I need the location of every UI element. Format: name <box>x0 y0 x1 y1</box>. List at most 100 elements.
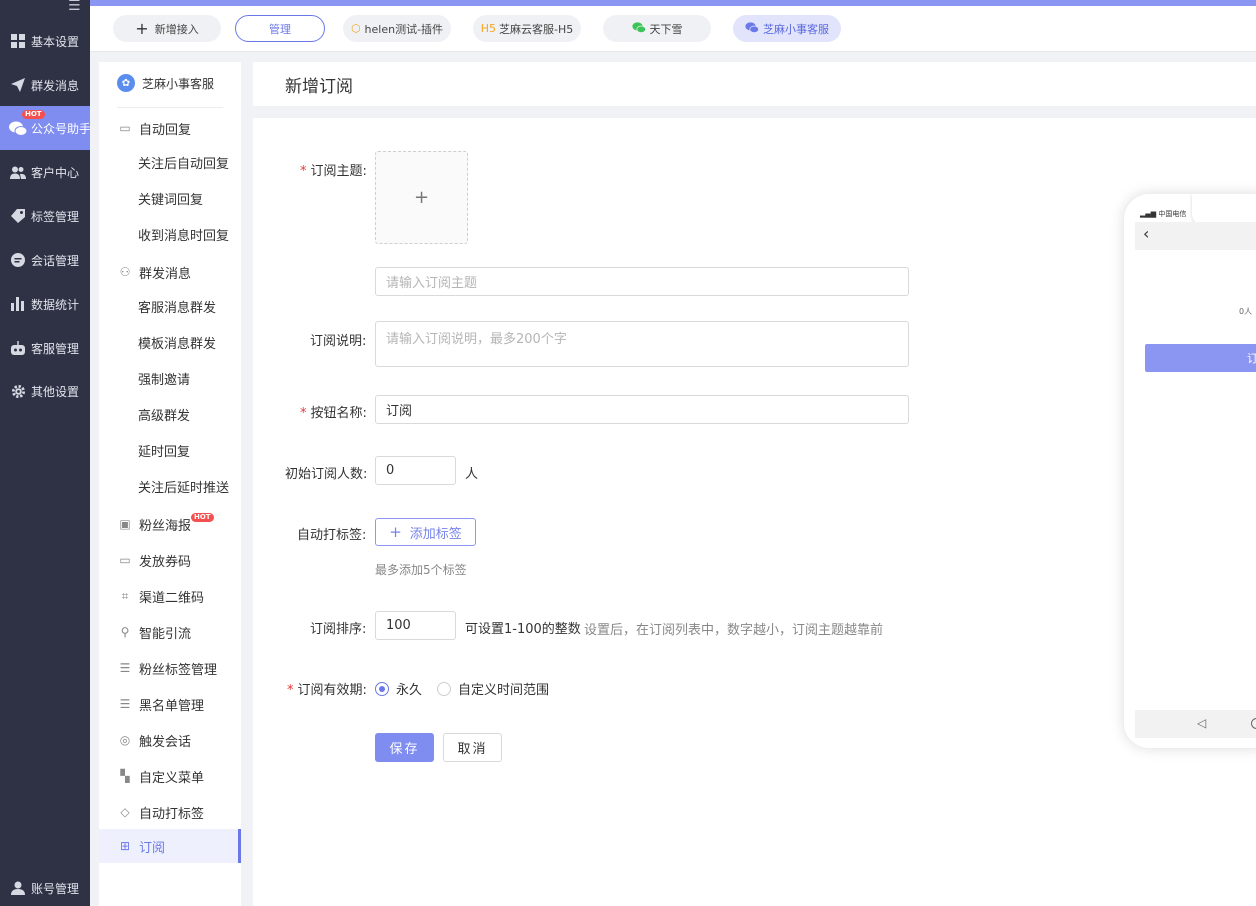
colon: : <box>362 164 367 179</box>
tab-label: 新增接入 <box>154 22 199 36</box>
nav-item-service-management[interactable]: 客服管理 <box>0 326 90 370</box>
account-tabs-bar: + 新增接入 管理 ⬡ helen测试-插件 H5 芝麻云客服-H5 天下雪 芝… <box>90 6 1256 52</box>
phone-bottom-bar: ◁ <box>1135 710 1256 738</box>
colon: : <box>362 334 367 349</box>
nav-item-data-statistics[interactable]: 数据统计 <box>0 282 90 326</box>
tab-helen-plugin[interactable]: ⬡ helen测试-插件 <box>343 15 451 42</box>
wechat-icon <box>631 21 646 36</box>
nav-item-tag-management[interactable]: 标签管理 <box>0 194 90 238</box>
wechat-icon <box>745 21 759 36</box>
tab-zhima-xiaoshi[interactable]: 芝麻小事客服 <box>733 15 841 42</box>
account-brand: ✿ 芝麻小事客服 <box>117 74 214 92</box>
placeholder: 请输入订阅主题 <box>386 276 478 291</box>
nav-item-label: 会话管理 <box>31 253 80 268</box>
button-name-label: * 按钮名称: <box>300 402 367 421</box>
add-tag-button[interactable]: + 添加标签 <box>375 518 476 546</box>
signal-icon: ◎ <box>119 733 131 747</box>
nav-item-customer-center[interactable]: 客户中心 <box>0 150 90 194</box>
save-button[interactable]: 保存 <box>375 733 434 762</box>
poster-icon: ▣ <box>119 517 131 531</box>
sidebar-item-channel-qrcode[interactable]: ⌗ 渠道二维码 <box>99 579 241 613</box>
button-name-input[interactable]: 订阅 <box>375 395 909 424</box>
topic-image-upload[interactable]: + <box>375 151 468 244</box>
sidebar-item-advanced-mass[interactable]: 高级群发 <box>99 397 241 431</box>
subscriber-count: 0人 <box>1239 307 1253 316</box>
label-text: 订阅排序 <box>310 622 363 637</box>
sort-input[interactable]: 100 <box>375 611 456 640</box>
sidebar-item-fan-tag-management[interactable]: ☰ 粉丝标签管理 <box>99 651 241 685</box>
sidebar-item-forced-invite[interactable]: 强制邀请 <box>99 361 241 395</box>
plus-icon: + <box>413 187 430 208</box>
sidebar-item-blacklist-management[interactable]: ☰ 黑名单管理 <box>99 687 241 721</box>
sidebar-item-follow-delayed-push[interactable]: 关注后延时推送 <box>99 469 241 503</box>
nav-item-label: 数据统计 <box>31 297 80 312</box>
description-textarea[interactable]: 请输入订阅说明，最多200个字 <box>375 321 909 367</box>
tab-label: 天下雪 <box>649 22 683 36</box>
sidebar-item-label: 模板消息群发 <box>138 336 217 352</box>
sidebar-item-delayed-reply[interactable]: 延时回复 <box>99 433 241 467</box>
initial-count-input[interactable]: 0 <box>375 456 456 485</box>
placeholder: 请输入订阅说明，最多200个字 <box>386 332 567 347</box>
nav-item-mass-message[interactable]: 群发消息 <box>0 63 90 107</box>
sidebar-item-label: 延时回复 <box>138 444 191 460</box>
validity-permanent-radio[interactable]: 永久 <box>375 679 422 698</box>
sidebar-item-message-reply[interactable]: 收到消息时回复 <box>99 217 241 251</box>
sidebar-item-label: 关注后延时推送 <box>138 480 230 496</box>
sidebar-item-mass-message[interactable]: ⚇ 群发消息 <box>99 255 241 289</box>
colon: : <box>362 622 367 637</box>
add-access-button[interactable]: + 新增接入 <box>113 15 221 42</box>
gear-icon <box>9 383 27 399</box>
sidebar-item-label: 客服消息群发 <box>138 300 217 316</box>
sidebar-item-keyword-reply[interactable]: 关键词回复 <box>99 181 241 215</box>
validity-custom-range-radio[interactable]: 自定义时间范围 <box>437 679 549 698</box>
sidebar-item-auto-reply[interactable]: ▭ 自动回复 <box>99 111 241 145</box>
nav-item-basic-settings[interactable]: 基本设置 <box>0 19 90 63</box>
message-square-icon: ▭ <box>119 121 131 135</box>
sidebar-item-auto-tag[interactable]: ◇ 自动打标签 <box>99 795 241 829</box>
sidebar-item-fan-poster[interactable]: ▣ 粉丝海报 HOT <box>99 507 241 541</box>
sidebar-item-custom-menu[interactable]: ▚ 自定义菜单 <box>99 759 241 793</box>
button-label: 订 <box>1247 350 1256 366</box>
divider <box>117 107 223 108</box>
sidebar-item-label: 黑名单管理 <box>139 698 205 714</box>
robot-icon <box>9 340 27 356</box>
cancel-button[interactable]: 取消 <box>443 733 502 762</box>
radio-dot <box>437 681 451 696</box>
tab-tianxiaxue[interactable]: 天下雪 <box>603 15 711 42</box>
subscribe-icon: ⊞ <box>119 839 131 853</box>
nav-item-other-settings[interactable]: 其他设置 <box>0 369 90 413</box>
input-value: 订阅 <box>386 404 413 419</box>
sidebar-item-issue-coupons[interactable]: ▭ 发放券码 <box>99 543 241 577</box>
paper-plane-icon <box>9 77 27 93</box>
topic-label: * 订阅主题: <box>300 160 367 179</box>
nav-item-official-account-assistant[interactable]: 公众号助手 HOT <box>0 106 91 150</box>
nav-item-account-management[interactable]: 账号管理 <box>0 866 90 906</box>
leaf-logo-icon: ✿ <box>117 74 135 92</box>
initial-count-label: 初始订阅人数: <box>285 463 367 482</box>
sidebar-item-follow-auto-reply[interactable]: 关注后自动回复 <box>99 145 241 179</box>
sidebar-item-template-mass[interactable]: 模板消息群发 <box>99 325 241 359</box>
sidebar-item-label: 智能引流 <box>139 626 192 642</box>
sidebar-item-trigger-session[interactable]: ◎ 触发会话 <box>99 723 241 757</box>
sidebar-item-service-mass[interactable]: 客服消息群发 <box>99 289 241 323</box>
chat-icon <box>9 252 27 268</box>
nav-item-session-management[interactable]: 会话管理 <box>0 238 90 282</box>
user-icon <box>9 880 27 896</box>
collapse-menu-icon[interactable]: ☰ <box>68 0 81 14</box>
subscribe-form: * 订阅主题: + 请输入订阅主题 订阅说明: 请输入订阅说明，最多200个字 *… <box>253 118 1256 906</box>
sidebar-item-label: 自动回复 <box>139 122 192 138</box>
sidebar-item-label: 粉丝标签管理 <box>139 662 218 678</box>
tab-zhima-h5[interactable]: H5 芝麻云客服-H5 <box>473 15 581 42</box>
sort-label: 订阅排序: <box>310 618 366 637</box>
circle-home-icon <box>1251 718 1256 729</box>
user-flow-icon: ⚲ <box>120 625 130 639</box>
sidebar-item-smart-traffic[interactable]: ⚲ 智能引流 <box>99 615 241 649</box>
sidebar-item-subscribe[interactable]: ⊞ 订阅 <box>99 829 241 863</box>
manage-button[interactable]: 管理 <box>235 15 325 42</box>
list-icon: ☰ <box>119 697 131 711</box>
brand-name: 芝麻小事客服 <box>142 76 215 91</box>
colon: : <box>362 683 367 698</box>
topic-input[interactable]: 请输入订阅主题 <box>375 267 909 296</box>
hot-badge: HOT <box>191 513 214 522</box>
sidebar-item-label: 关键词回复 <box>138 192 204 208</box>
